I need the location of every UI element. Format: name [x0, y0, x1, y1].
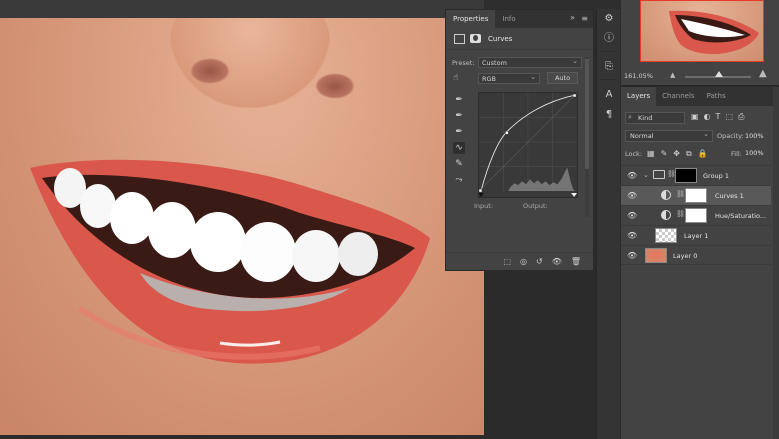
layer-mask-icon[interactable] [470, 34, 481, 43]
panel-menu-icon[interactable]: ≡ [581, 14, 588, 23]
tab-channels[interactable]: Channels [656, 87, 700, 106]
zoom-slider-handle[interactable] [715, 71, 723, 77]
lock-pixels-icon[interactable]: ✎ [661, 149, 668, 159]
opacity-value[interactable]: 100% [745, 130, 775, 142]
properties-tabbar: Properties Info » ≡ [446, 10, 593, 28]
lock-label: Lock: [625, 150, 643, 158]
character-panel-icon[interactable]: A [597, 85, 621, 105]
navigator-thumbnail[interactable] [640, 0, 764, 62]
layer-name: Curves 1 [715, 192, 744, 200]
curve-tools: ✒ ✒ ✒ ∿ ✎ ⤳ [453, 94, 467, 190]
paragraph-panel-icon[interactable]: ¶ [597, 105, 621, 125]
filter-kind-select[interactable]: Kind [625, 112, 685, 124]
layer-row-hue-saturation[interactable]: 👁 ⛓ Hue/Saturatio... [621, 205, 771, 225]
pixel-filter-icon[interactable]: ▣ [691, 112, 699, 122]
photo-smile [0, 18, 484, 435]
adjustment-header: Curves [446, 28, 593, 50]
layer-filter-icons: ▣ ◐ T ⬚ ⎙ [691, 112, 744, 122]
smart-object-filter-icon[interactable]: ⎙ [738, 112, 744, 122]
tab-paths[interactable]: Paths [701, 87, 732, 106]
layers-panel: Layers Channels Paths Kind ▣ ◐ T ⬚ ⎙ Nor… [621, 87, 779, 439]
curves-adjustment-icon [454, 33, 465, 44]
visibility-eye-icon[interactable]: 👁 [627, 211, 637, 220]
delete-trash-icon[interactable]: 🗑 [571, 257, 581, 266]
pencil-draw-icon[interactable]: ✎ [453, 158, 465, 170]
type-filter-icon[interactable]: T [716, 112, 721, 122]
visibility-eye-icon[interactable]: 👁 [627, 231, 637, 240]
document-canvas[interactable] [0, 0, 484, 439]
gray-point-eyedropper-icon[interactable]: ✒ [453, 110, 465, 122]
zoom-value[interactable]: 161.05% [624, 72, 653, 80]
layers-scrollbar[interactable] [773, 87, 779, 439]
visibility-eye-icon[interactable]: 👁 [627, 171, 637, 180]
fill-value[interactable]: 100% [745, 149, 764, 157]
properties-panel: Properties Info » ≡ Curves Preset: Custo… [445, 9, 594, 271]
adjustment-layer-icon [661, 190, 671, 200]
tab-properties[interactable]: Properties [446, 10, 496, 28]
layer-row-curves-1[interactable]: 👁 ⛓ Curves 1 [621, 185, 771, 205]
info-panel-icon[interactable]: ⓘ [597, 29, 621, 49]
visibility-eye-icon[interactable]: 👁 [552, 257, 562, 266]
group-mask-thumbnail [675, 168, 697, 183]
on-image-adjust-icon[interactable]: ☝ [453, 73, 458, 83]
auto-button[interactable]: Auto [547, 72, 578, 84]
collapse-panel-icon[interactable]: » [570, 13, 575, 22]
curve-points-tool-icon[interactable]: ∿ [453, 142, 465, 154]
zoom-in-icon[interactable]: ▲ [759, 68, 767, 79]
layer-row-layer-0[interactable]: 👁 Layer 0 [621, 245, 771, 265]
black-point-eyedropper-icon[interactable]: ✒ [453, 94, 465, 106]
tab-info[interactable]: Info [495, 10, 522, 28]
thumbnail-smile [669, 10, 759, 55]
preset-select[interactable]: Custom [478, 56, 582, 68]
view-previous-state-icon[interactable]: ◎ [520, 257, 527, 266]
layer-name: Layer 0 [673, 252, 698, 260]
layer-name: Hue/Saturatio... [715, 212, 767, 220]
link-chain-icon: ⛓ [676, 190, 685, 198]
adjustment-filter-icon[interactable]: ◐ [704, 112, 711, 122]
expand-arrow-icon[interactable]: ⌄ [643, 171, 649, 179]
layer-name: Group 1 [703, 172, 729, 180]
reset-defaults-icon[interactable]: ↺ [536, 257, 543, 266]
clone-source-icon[interactable]: ⎘ [597, 57, 621, 77]
properties-scrollbar[interactable] [585, 57, 589, 217]
channel-select[interactable]: RGB [478, 72, 540, 84]
properties-footer: ⬚ ◎ ↺ 👁 🗑 [446, 252, 593, 270]
collapsed-panels-strip: ⚙ ⓘ ⎘ A ¶ [596, 9, 620, 439]
lock-artboard-icon[interactable]: ⧉ [686, 149, 692, 159]
output-label: Output: [523, 202, 548, 210]
lock-transparent-icon[interactable]: ▦ [647, 149, 655, 159]
navigator-panel: 161.05% ▲ ▲ [621, 0, 779, 86]
smooth-curve-icon[interactable]: ⤳ [453, 174, 465, 186]
zoom-out-icon[interactable]: ▲ [670, 71, 675, 79]
layer-row-group-1[interactable]: 👁 ⌄ ⛓ Group 1 [621, 165, 771, 185]
clip-to-layer-icon[interactable]: ⬚ [503, 257, 511, 266]
blend-mode-select[interactable]: Normal [625, 129, 713, 142]
preset-label: Preset: [452, 59, 475, 67]
adjustment-title: Curves [488, 34, 513, 43]
adjustments-panel-icon[interactable]: ⚙ [597, 9, 621, 29]
tab-layers[interactable]: Layers [621, 87, 657, 106]
link-chain-icon: ⛓ [676, 210, 685, 218]
lock-position-icon[interactable]: ✥ [673, 149, 680, 159]
white-point-eyedropper-icon[interactable]: ✒ [453, 126, 465, 138]
layer-row-layer-1[interactable]: 👁 Layer 1 [621, 225, 771, 245]
layers-tabbar: Layers Channels Paths [621, 87, 779, 106]
visibility-eye-icon[interactable]: 👁 [627, 251, 637, 260]
lips-illustration [30, 159, 430, 364]
mask-thumbnail [685, 208, 707, 223]
mask-thumbnail [685, 188, 707, 203]
curves-graph[interactable] [478, 92, 578, 198]
lock-all-icon[interactable]: 🔒 [698, 149, 708, 159]
fill-label: Fill: [731, 150, 742, 158]
input-label: Input: [474, 202, 494, 210]
layer-thumbnail [655, 228, 677, 243]
lock-icons: ▦ ✎ ✥ ⧉ 🔒 [647, 149, 708, 159]
adjustment-layer-icon [661, 210, 671, 220]
layer-thumbnail [645, 248, 667, 263]
folder-icon [653, 170, 665, 179]
layer-name: Layer 1 [684, 232, 709, 240]
visibility-eye-icon[interactable]: 👁 [627, 191, 637, 200]
shape-filter-icon[interactable]: ⬚ [725, 112, 733, 122]
opacity-label: Opacity: [717, 132, 744, 140]
